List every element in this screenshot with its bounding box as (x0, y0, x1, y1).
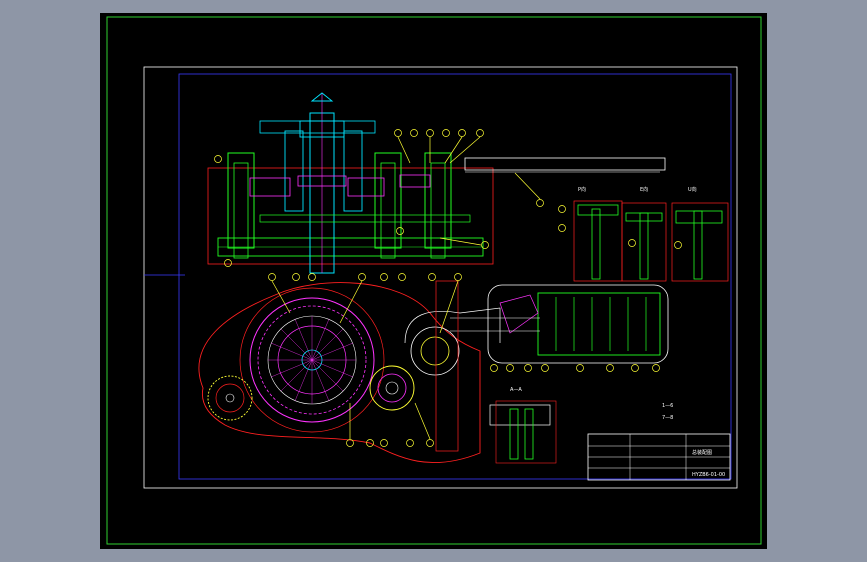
drawing-viewport[interactable]: P向 E向 U向 A—A 1—6 7—8 总装配图 HYZB6-01-00 (100, 13, 767, 549)
right-gear (410, 326, 460, 376)
conveyor-frame (487, 284, 669, 364)
legend: 1—6 7—8 (662, 403, 673, 421)
main-turret (239, 287, 385, 433)
view-e-label: E向 (640, 186, 648, 193)
title-block: 总装配图 HYZB6-01-00 (587, 433, 731, 481)
title-block-name: 总装配图 (692, 449, 712, 456)
title-block-number: HYZB6-01-00 (692, 472, 725, 478)
section-aa: A—A (489, 387, 557, 464)
left-sprocket (207, 375, 253, 421)
conveyor-bar (464, 157, 666, 171)
section-aa-label: A—A (510, 387, 522, 393)
sheet-border-outer (106, 16, 762, 545)
front-view-assembly (207, 92, 666, 274)
middle-gear (369, 365, 415, 411)
view-p-label: P向 (578, 186, 586, 193)
legend-item-1: 1—6 (662, 403, 673, 409)
legend-item-2: 7—8 (662, 415, 673, 421)
view-u-label: U向 (688, 186, 697, 193)
cad-drawing: P向 E向 U向 A—A 1—6 7—8 总装配图 HYZB6-01-00 (106, 16, 762, 545)
front-view-frame (207, 167, 494, 265)
detail-views: P向 E向 U向 (558, 186, 729, 282)
